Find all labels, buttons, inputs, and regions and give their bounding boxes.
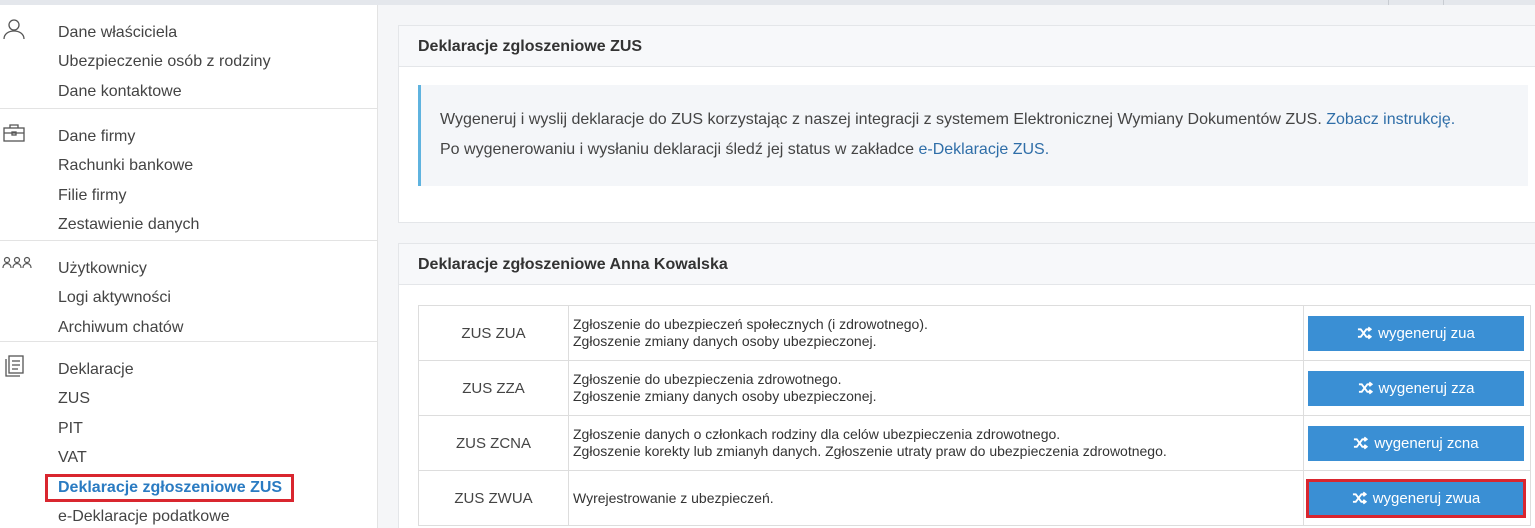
panel-zus-declarations: Deklaracje zgloszeniowe ZUS Wygeneruj i … xyxy=(398,25,1535,223)
shuffle-icon xyxy=(1358,326,1373,340)
action-cell: wygeneruj zcna xyxy=(1303,415,1531,471)
shuffle-icon xyxy=(1352,491,1367,505)
highlight-box: Deklaracje zgłoszeniowe ZUS xyxy=(45,474,294,502)
sidebar-item-deklaracje-zgloszeniowe-zus[interactable]: Deklaracje zgłoszeniowe ZUS xyxy=(58,474,282,502)
shuffle-icon xyxy=(1354,436,1369,450)
sidebar-item-ubezpieczenie-rodziny[interactable]: Ubezpieczenie osób z rodziny xyxy=(58,47,271,76)
sidebar-item-vat[interactable]: VAT xyxy=(58,443,230,472)
generate-button[interactable]: wygeneruj zua xyxy=(1308,315,1524,351)
user-icon xyxy=(2,18,26,40)
info-line-2: Po wygenerowaniu i wysłaniu deklaracji ś… xyxy=(440,135,1528,165)
description-line: Zgłoszenie zmiany danych osoby ubezpiecz… xyxy=(573,388,877,404)
sidebar-item-e-deklaracje-podatkowe[interactable]: e-Deklaracje podatkowe xyxy=(58,502,230,528)
declaration-description: Zgłoszenie danych o członkach rodziny dl… xyxy=(568,415,1304,471)
sidebar-group-owner: Dane właściciela Ubezpieczenie osób z ro… xyxy=(0,5,377,109)
e-deklaracje-link[interactable]: e-Deklaracje ZUS. xyxy=(918,141,1049,158)
action-cell: wygeneruj zza xyxy=(1303,360,1531,416)
sidebar-item-uzytkownicy[interactable]: Użytkownicy xyxy=(58,254,183,283)
documents-icon xyxy=(2,355,26,377)
sidebar-item-archiwum-chatow[interactable]: Archiwum chatów xyxy=(58,313,183,342)
description-line: Zgłoszenie do ubezpieczeń społecznych (i… xyxy=(573,316,928,332)
generate-button-label: wygeneruj zua xyxy=(1378,324,1475,342)
panel-person-declarations: Deklaracje zgłoszeniowe Anna Kowalska ZU… xyxy=(398,243,1535,528)
generate-button-label: wygeneruj zza xyxy=(1378,379,1475,397)
declaration-code: ZUS ZWUA xyxy=(418,470,569,526)
sidebar-item-zus[interactable]: ZUS xyxy=(58,384,230,413)
declarations-table: ZUS ZUA Zgłoszenie do ubezpieczeń społec… xyxy=(418,305,1531,526)
briefcase-icon xyxy=(2,122,26,144)
table-row: ZUS ZCNA Zgłoszenie danych o członkach r… xyxy=(418,415,1531,471)
declaration-code: ZUS ZUA xyxy=(418,305,569,361)
table-row: ZUS ZZA Zgłoszenie do ubezpieczenia zdro… xyxy=(418,360,1531,416)
panel-title: Deklaracje zgloszeniowe ZUS xyxy=(399,26,1535,67)
action-cell: wygeneruj zua xyxy=(1303,305,1531,361)
description-line: Zgłoszenie danych o członkach rodziny dl… xyxy=(573,426,1061,442)
sidebar-item-zestawienie-danych[interactable]: Zestawienie danych xyxy=(58,210,199,239)
users-icon xyxy=(2,254,32,276)
main-content: Deklaracje zgloszeniowe ZUS Wygeneruj i … xyxy=(378,5,1535,528)
highlight-box: wygeneruj zwua xyxy=(1306,478,1526,518)
description-line: Zgłoszenie korekty lub zmianyh danych. Z… xyxy=(573,443,1167,459)
sidebar-item-dane-wlasciciela[interactable]: Dane właściciela xyxy=(58,18,271,47)
info-box: Wygeneruj i wyslij deklaracje do ZUS kor… xyxy=(418,85,1528,186)
declaration-code: ZUS ZCNA xyxy=(418,415,569,471)
sidebar-item-filie-firmy[interactable]: Filie firmy xyxy=(58,181,199,210)
sidebar-item-rachunki-bankowe[interactable]: Rachunki bankowe xyxy=(58,151,199,180)
table-row: ZUS ZWUA Wyrejestrowanie z ubezpieczeń. … xyxy=(418,470,1531,526)
declaration-description: Zgłoszenie do ubezpieczeń społecznych (i… xyxy=(568,305,1304,361)
table-row: ZUS ZUA Zgłoszenie do ubezpieczeń społec… xyxy=(418,305,1531,361)
generate-button[interactable]: wygeneruj zza xyxy=(1308,370,1524,406)
generate-button[interactable]: wygeneruj zcna xyxy=(1308,425,1524,461)
info-text-2: Po wygenerowaniu i wysłaniu deklaracji ś… xyxy=(440,141,915,158)
shuffle-icon xyxy=(1358,381,1373,395)
sidebar-group-company: Dane firmy Rachunki bankowe Filie firmy … xyxy=(0,109,377,241)
description-line: Wyrejestrowanie z ubezpieczeń. xyxy=(573,489,774,506)
description-line: Zgłoszenie zmiany danych osoby ubezpiecz… xyxy=(573,333,877,349)
generate-button-label: wygeneruj zcna xyxy=(1374,434,1479,452)
info-line-1: Wygeneruj i wyslij deklaracje do ZUS kor… xyxy=(440,105,1528,135)
sidebar-item-pit[interactable]: PIT xyxy=(58,414,230,443)
panel-title: Deklaracje zgłoszeniowe Anna Kowalska xyxy=(399,244,1535,285)
declaration-description: Zgłoszenie do ubezpieczenia zdrowotnego.… xyxy=(568,360,1304,416)
sidebar-group-users: Użytkownicy Logi aktywności Archiwum cha… xyxy=(0,241,377,342)
sidebar-item-dane-kontaktowe[interactable]: Dane kontaktowe xyxy=(58,77,271,106)
action-cell: wygeneruj zwua xyxy=(1303,470,1531,526)
sidebar-item-deklaracje[interactable]: Deklaracje xyxy=(58,355,230,384)
generate-button[interactable]: wygeneruj zwua xyxy=(1309,481,1523,515)
info-text-1: Wygeneruj i wyslij deklaracje do ZUS kor… xyxy=(440,111,1322,128)
declaration-code: ZUS ZZA xyxy=(418,360,569,416)
instruction-link[interactable]: Zobacz instrukcję. xyxy=(1326,111,1455,128)
description-line: Zgłoszenie do ubezpieczenia zdrowotnego. xyxy=(573,371,842,387)
sidebar: Dane właściciela Ubezpieczenie osób z ro… xyxy=(0,5,378,528)
generate-button-label: wygeneruj zwua xyxy=(1372,489,1481,507)
sidebar-item-dane-firmy[interactable]: Dane firmy xyxy=(58,122,199,151)
declaration-description: Wyrejestrowanie z ubezpieczeń. xyxy=(568,470,1304,526)
sidebar-item-logi-aktywnosci[interactable]: Logi aktywności xyxy=(58,283,183,312)
